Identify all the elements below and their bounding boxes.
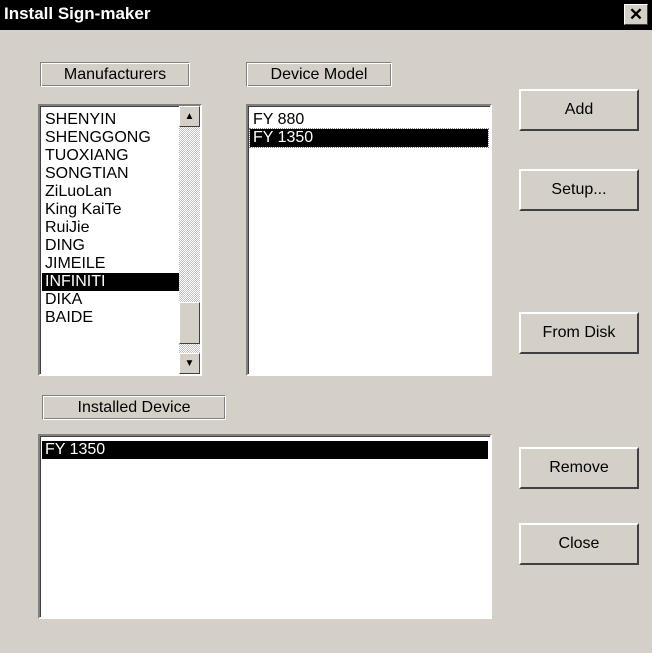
remove-button[interactable]: Remove (519, 447, 639, 489)
installed-device-listbox[interactable]: FY 1350 (38, 434, 492, 619)
device-model-label: Device Model (246, 62, 392, 87)
device-model-list-item[interactable]: FY 880 (250, 111, 488, 129)
triangle-down-icon[interactable]: ▼ (179, 353, 200, 374)
device-model-list-item[interactable]: FY 1350 (249, 128, 489, 148)
manufacturer-list-item[interactable]: RuiJie (42, 219, 179, 237)
manufacturer-list-item[interactable]: SHENGGONG (42, 129, 179, 147)
manufacturer-list-item[interactable]: SONGTIAN (42, 165, 179, 183)
window-title: Install Sign-maker (4, 4, 151, 23)
installed-device-label: Installed Device (42, 395, 226, 420)
title-bar: Install Sign-maker ✕ (0, 0, 652, 30)
triangle-up-icon[interactable]: ▲ (179, 106, 200, 127)
manufacturer-list-item[interactable]: INFINITI (42, 273, 179, 291)
manufacturers-label: Manufacturers (40, 62, 190, 87)
installed-device-list-item[interactable]: FY 1350 (42, 441, 488, 459)
manufacturer-list-item[interactable]: ZiLuoLan (42, 183, 179, 201)
manufacturers-listbox[interactable]: SHENYIN SHENGGONG TUOXIANG SONGTIAN ZiLuoLan… (38, 104, 202, 376)
manufacturer-list-item[interactable]: JIMEILE (42, 255, 179, 273)
manufacturer-list-item[interactable]: TUOXIANG (42, 147, 179, 165)
manufacturers-scrollbar[interactable]: ▲ ▼ (179, 106, 200, 374)
manufacturer-list-item[interactable]: BAIDE (42, 309, 179, 327)
device-model-listbox[interactable]: FY 880 FY 1350 (246, 104, 492, 376)
manufacturer-list-item[interactable]: King KaiTe (42, 201, 179, 219)
setup-button[interactable]: Setup... (519, 169, 639, 211)
close-button[interactable]: Close (519, 523, 639, 565)
manufacturer-list-item[interactable]: DIKA (42, 291, 179, 309)
manufacturer-list-item[interactable]: SHENYIN (42, 111, 179, 129)
manufacturer-list-item[interactable]: DING (42, 237, 179, 255)
install-sign-maker-dialog: Install Sign-maker ✕ Manufacturers SHENY… (0, 0, 652, 653)
close-icon[interactable]: ✕ (624, 4, 648, 25)
add-button[interactable]: Add (519, 89, 639, 131)
scrollbar-thumb[interactable] (179, 302, 200, 344)
from-disk-button[interactable]: From Disk (519, 312, 639, 354)
